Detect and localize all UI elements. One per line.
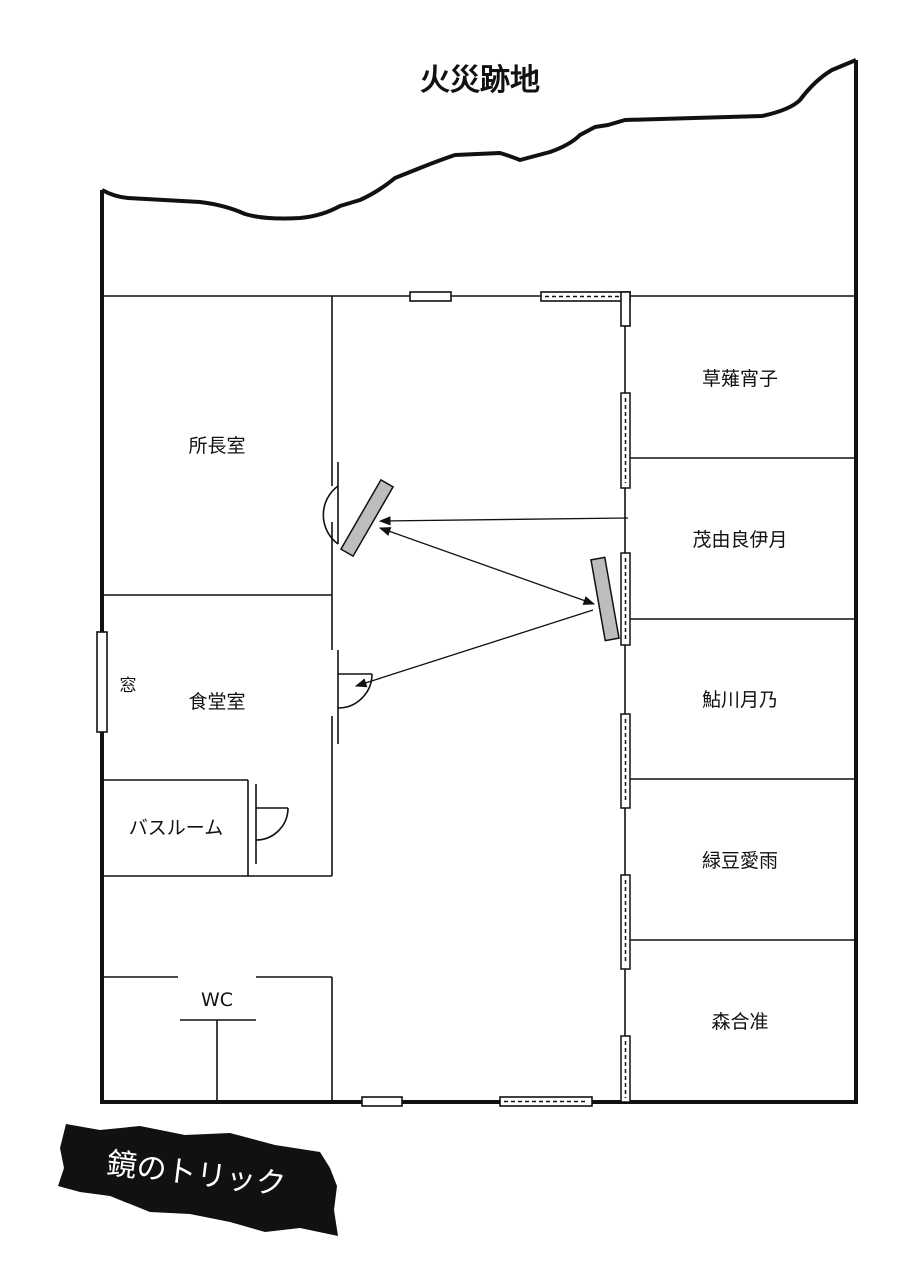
mirrors: [339, 478, 620, 642]
window-left: [96, 631, 108, 733]
trick-banner: 鏡のトリック: [58, 1124, 338, 1236]
floor-plan: 火災跡地 所長室 食堂室 バスルーム WC 窓 草薙宵子 茂由良伊月 鮎川月乃 …: [58, 58, 858, 1236]
room-label-guest-3: 鮎川月乃: [702, 689, 778, 711]
window-label: 窓: [120, 676, 137, 696]
room-label-guest-5: 森合准: [711, 1011, 768, 1033]
arrow-1: [378, 516, 629, 526]
mirror-left: [339, 478, 395, 558]
room-label-guest-4: 緑豆愛雨: [702, 850, 778, 872]
mirror-right: [590, 556, 620, 642]
windows: [96, 291, 593, 1107]
map-title: 火災跡地: [420, 63, 540, 98]
window-bottom-left: [361, 1096, 403, 1107]
room-label-guest-2: 茂由良伊月: [692, 529, 787, 551]
room-label-director: 所長室: [188, 435, 245, 457]
outer-wall: [100, 60, 858, 1104]
arrow-2: [378, 527, 596, 605]
reflection-path: [354, 516, 629, 688]
room-label-guest-1: 草薙宵子: [702, 368, 778, 390]
left-doors: [255, 462, 373, 864]
arrow-3: [354, 609, 594, 688]
corner-sliding-door: [540, 291, 631, 327]
room-label-wc: WC: [201, 989, 233, 1011]
room-label-dining: 食堂室: [188, 691, 245, 713]
window-top: [409, 291, 452, 302]
room-label-bathroom: バスルーム: [129, 817, 223, 839]
